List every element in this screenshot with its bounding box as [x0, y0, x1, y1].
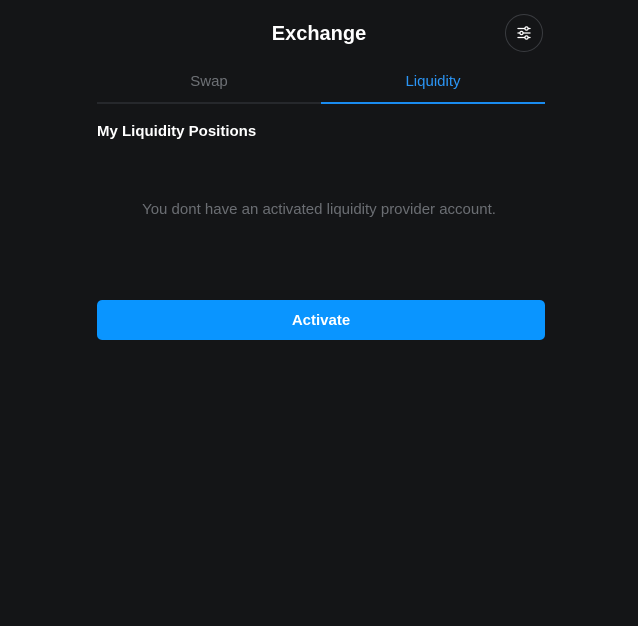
sliders-icon	[516, 25, 532, 41]
activate-button[interactable]: Activate	[97, 300, 545, 340]
section-title: My Liquidity Positions	[97, 123, 257, 140]
settings-button[interactable]	[505, 14, 543, 52]
tab-swap[interactable]: Swap	[97, 66, 321, 104]
exchange-page: Exchange Swap Liquidity My Liquidity Pos…	[0, 0, 638, 626]
empty-state-message: You dont have an activated liquidity pro…	[142, 201, 496, 218]
tab-liquidity[interactable]: Liquidity	[321, 66, 545, 104]
exchange-tabs: Swap Liquidity	[97, 66, 545, 104]
